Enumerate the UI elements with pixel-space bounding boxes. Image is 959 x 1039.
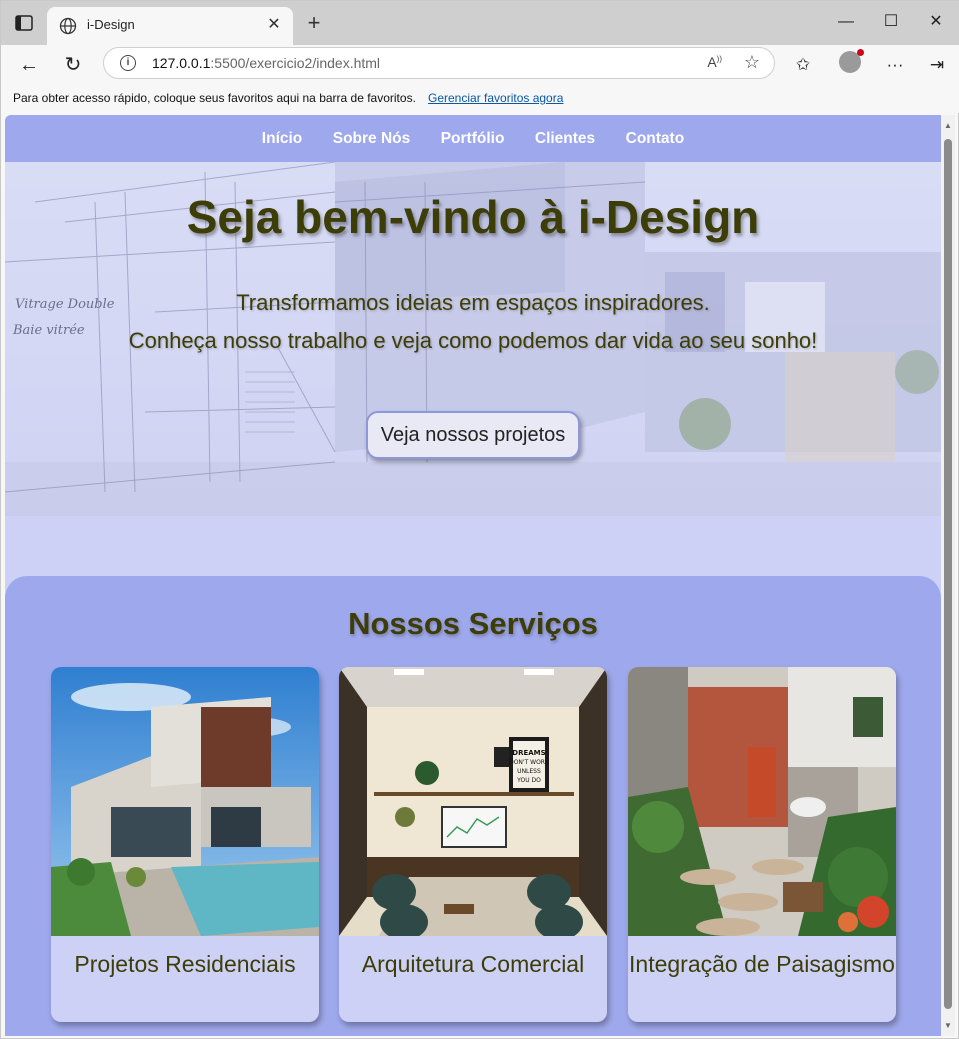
favorites-message: Para obter acesso rápido, coloque seus f… (13, 91, 416, 105)
svg-text:DREAMS: DREAMS (512, 749, 545, 757)
close-window-icon[interactable]: ✕ (923, 11, 949, 35)
residential-house-image (51, 667, 319, 936)
hero-title: Seja bem-vindo à i-Design (186, 191, 760, 243)
services-section: Nossos Serviços Projetos Residenciais DR… (5, 576, 941, 1036)
profile-avatar[interactable] (839, 49, 864, 73)
landscaping-garden-image (628, 667, 896, 936)
nav-link-contato[interactable]: Contato (626, 115, 685, 163)
close-tab-icon[interactable]: ✕ (265, 16, 283, 34)
service-card-commercial[interactable]: DREAMS DON'T WORK UNLESS YOU DO Arquitet… (339, 667, 607, 1022)
service-label: Arquitetura Comercial (361, 951, 585, 977)
nav-link-inicio[interactable]: Início (262, 115, 302, 163)
service-card-landscaping[interactable]: Integração de Paisagismo (628, 667, 896, 1022)
maximize-icon[interactable]: ☐ (878, 11, 904, 35)
site-info-icon[interactable]: i (120, 55, 136, 71)
scroll-down-icon[interactable]: ▼ (943, 1021, 953, 1030)
hero-tagline-2: Conheça nosso trabalho e veja como podem… (128, 328, 818, 353)
tab-actions-icon[interactable] (15, 15, 33, 31)
sidebar-toggle-icon[interactable]: ⇥ (923, 51, 951, 79)
url-text: 127.0.0.1:5500/exercicio2/index.html (152, 55, 381, 71)
hero-section: Vitrage Double Baie vitrée Seja bem-vind… (5, 162, 941, 516)
browser-toolbar: ← ↻ i 127.0.0.1:5500/exercicio2/index.ht… (1, 45, 959, 85)
page-viewport: Início Sobre Nós Portfólio Clientes Cont… (5, 115, 941, 1036)
nav-link-clientes[interactable]: Clientes (535, 115, 595, 163)
nav-link-sobre-nos[interactable]: Sobre Nós (333, 115, 411, 163)
browser-window: i-Design ✕ + — ☐ ✕ ← ↻ i 127.0.0.1:5500/… (0, 0, 959, 1039)
svg-text:DON'T WORK: DON'T WORK (509, 759, 550, 766)
reload-icon[interactable]: ↻ (59, 51, 87, 79)
favorites-bar: Para obter acesso rápido, coloque seus f… (1, 85, 959, 113)
commercial-office-image: DREAMS DON'T WORK UNLESS YOU DO (339, 667, 607, 936)
new-tab-button[interactable]: + (303, 12, 325, 35)
read-aloud-icon[interactable]: A)) (707, 54, 722, 70)
tab-title: i-Design (87, 17, 135, 32)
globe-icon (59, 17, 77, 35)
manage-favorites-link[interactable]: Gerenciar favoritos agora (428, 91, 563, 105)
svg-text:UNLESS: UNLESS (517, 768, 541, 775)
scrollbar-thumb[interactable] (944, 139, 952, 1009)
tab-active[interactable]: i-Design ✕ (47, 7, 293, 45)
favorites-icon[interactable]: ✩ (789, 51, 817, 79)
tab-strip: i-Design ✕ + — ☐ ✕ (1, 1, 959, 45)
hero-tagline-1: Transformamos ideias em espaços inspirad… (236, 290, 710, 315)
services-title: Nossos Serviços (348, 606, 598, 641)
service-label: Projetos Residenciais (74, 951, 296, 977)
minimize-icon[interactable]: — (833, 11, 859, 35)
view-projects-button[interactable]: Veja nossos projetos (366, 411, 580, 459)
site-navigation: Início Sobre Nós Portfólio Clientes Cont… (5, 115, 941, 162)
back-arrow-icon[interactable]: ← (15, 51, 43, 79)
page-scrollbar[interactable]: ▲ ▼ (941, 115, 955, 1036)
nav-link-portfolio[interactable]: Portfólio (441, 115, 505, 163)
scroll-up-icon[interactable]: ▲ (943, 121, 953, 130)
svg-text:YOU DO: YOU DO (516, 777, 541, 784)
service-label: Integração de Paisagismo (629, 951, 895, 977)
service-card-residential[interactable]: Projetos Residenciais (51, 667, 319, 1022)
favorite-star-icon[interactable]: ☆ (744, 52, 760, 73)
more-options-icon[interactable]: ··· (881, 51, 909, 79)
address-bar[interactable]: i 127.0.0.1:5500/exercicio2/index.html A… (103, 47, 775, 79)
